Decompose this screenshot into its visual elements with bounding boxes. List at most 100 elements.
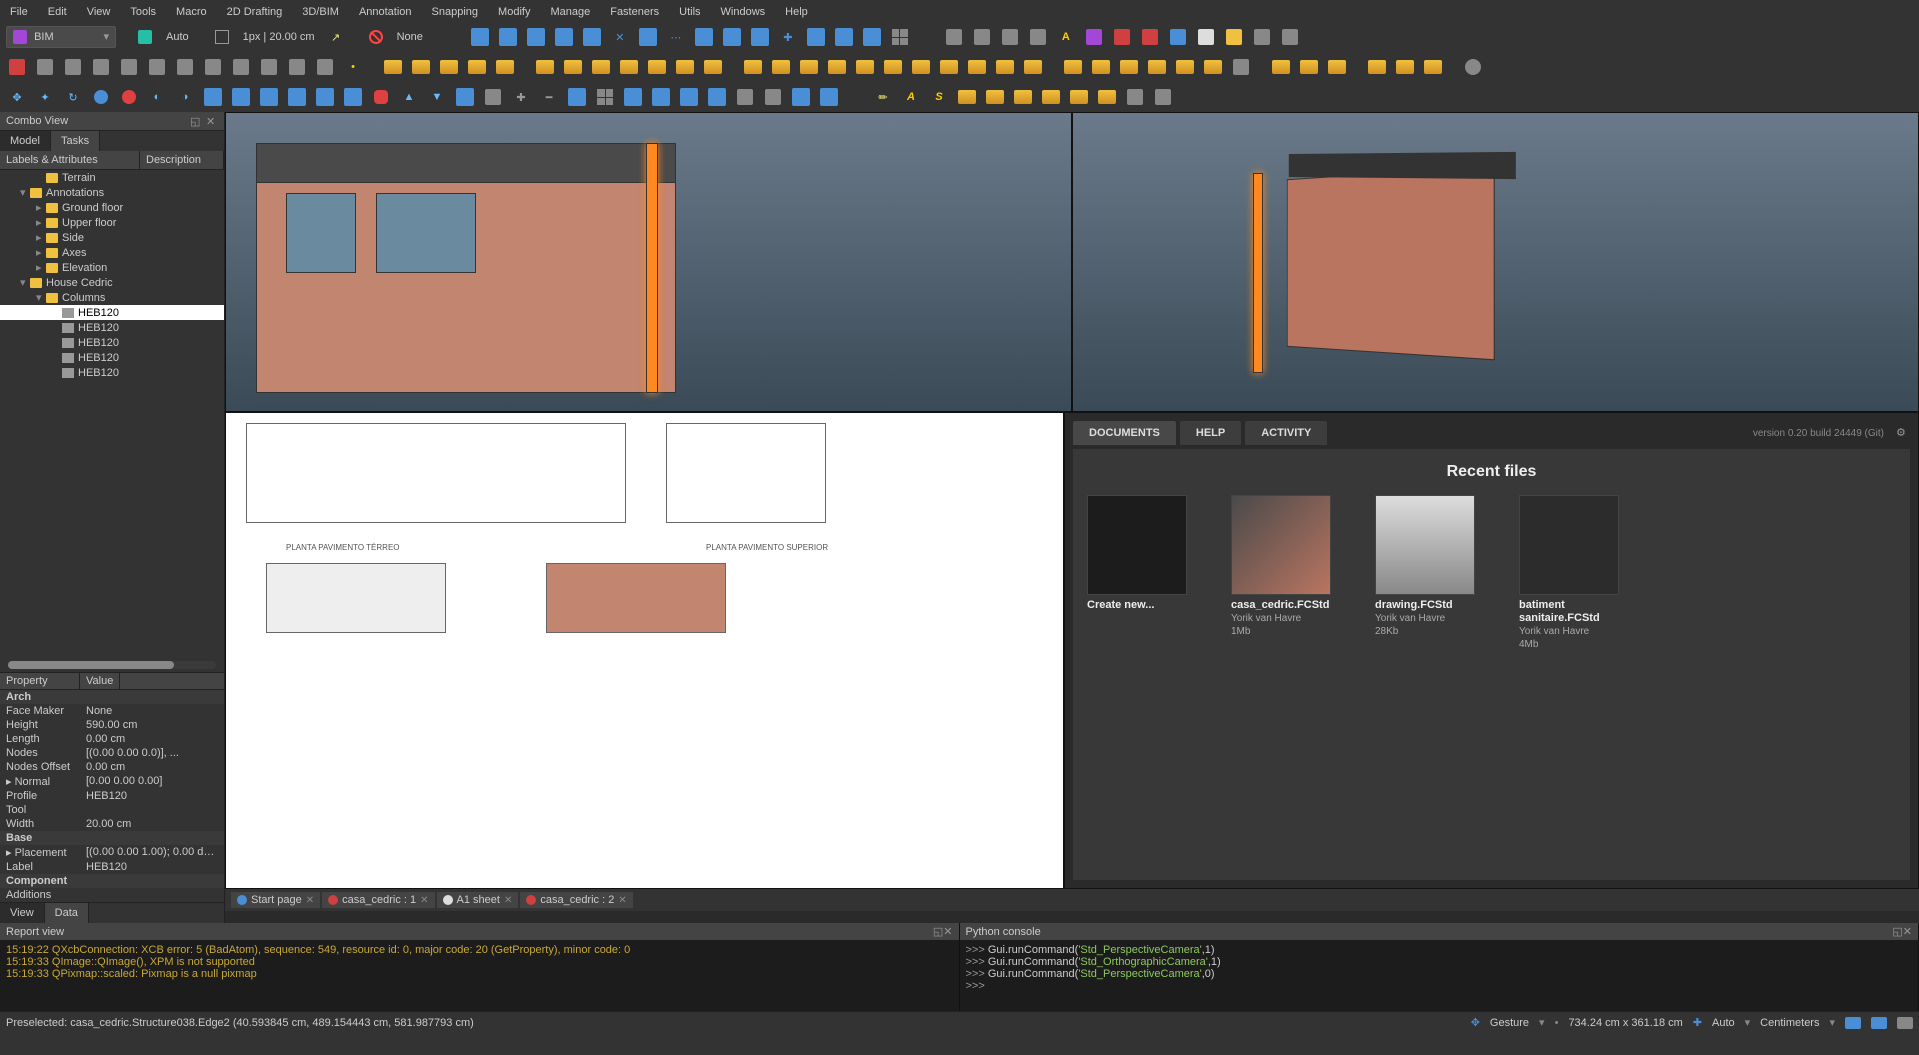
mod-t14[interactable] — [762, 86, 784, 108]
snap-angle[interactable] — [581, 26, 603, 48]
tree-scrollbar[interactable] — [8, 661, 216, 669]
menu-3d-bim[interactable]: 3D/BIM — [292, 2, 349, 20]
mod-plus[interactable]: ✚ — [510, 86, 532, 108]
arch-structure[interactable] — [410, 56, 432, 78]
tool-text[interactable]: A — [1055, 26, 1077, 48]
draft-circle[interactable] — [90, 56, 112, 78]
menu-manage[interactable]: Manage — [540, 2, 600, 20]
arch-t14[interactable] — [1422, 56, 1444, 78]
mod-t10[interactable] — [650, 86, 672, 108]
mod-t16[interactable] — [818, 86, 840, 108]
snap-wp[interactable] — [833, 26, 855, 48]
anno-tool[interactable]: ✏ — [872, 86, 894, 108]
draft-arc3[interactable] — [286, 56, 308, 78]
tree-item[interactable]: HEB120 — [0, 305, 224, 320]
mod-minus[interactable]: ━ — [538, 86, 560, 108]
tree-item[interactable]: ▾Columns — [0, 290, 224, 305]
tree-item[interactable]: HEB120 — [0, 335, 224, 350]
tool-c3[interactable] — [1139, 26, 1161, 48]
move-tool[interactable]: ✥ — [6, 86, 28, 108]
prop-row[interactable]: ▸ Normal[0.00 0.00 0.00] — [0, 774, 224, 789]
arch-t9[interactable] — [966, 56, 988, 78]
working-plane-button[interactable] — [134, 26, 156, 48]
tool-c6[interactable] — [1223, 26, 1245, 48]
mod-t8[interactable] — [566, 86, 588, 108]
tree-item[interactable]: ▸Ground floor — [0, 200, 224, 215]
document-tab[interactable]: casa_cedric : 1✕ — [322, 892, 434, 908]
draft-line[interactable] — [6, 56, 28, 78]
snap-grid[interactable] — [805, 26, 827, 48]
arch-t1[interactable] — [742, 56, 764, 78]
snap-intersection[interactable]: ✕ — [609, 26, 631, 48]
draft-ellipse[interactable] — [146, 56, 168, 78]
arch-equipment[interactable] — [618, 56, 640, 78]
linewidth-label[interactable]: 1px | 20.00 cm — [239, 31, 319, 43]
trim-tool[interactable]: ◐ — [146, 86, 168, 108]
menu-2d-drafting[interactable]: 2D Drafting — [217, 2, 293, 20]
arch-beam[interactable] — [674, 56, 696, 78]
tool-box[interactable] — [971, 26, 993, 48]
menu-annotation[interactable]: Annotation — [349, 2, 422, 20]
3d-view-elevation[interactable] — [225, 112, 1072, 412]
arch-t12[interactable] — [1366, 56, 1388, 78]
toggle-grid[interactable] — [889, 26, 911, 48]
prop-row[interactable]: Width20.00 cm — [0, 817, 224, 831]
recent-file-card[interactable]: drawing.FCStdYorik van Havre28Kb — [1375, 495, 1495, 651]
prop-row[interactable]: Nodes Offset0.00 cm — [0, 760, 224, 774]
tool-c1[interactable] — [1083, 26, 1105, 48]
tool-c7[interactable] — [1251, 26, 1273, 48]
python-body[interactable]: >>> Gui.runCommand('Std_PerspectiveCamer… — [960, 940, 1919, 1011]
document-tab[interactable]: Start page✕ — [231, 892, 320, 908]
snap-midpoint[interactable] — [525, 26, 547, 48]
mod-red[interactable] — [370, 86, 392, 108]
tree-item[interactable]: ▸Axes — [0, 245, 224, 260]
menu-modify[interactable]: Modify — [488, 2, 540, 20]
menu-fasteners[interactable]: Fasteners — [600, 2, 669, 20]
dim-icon[interactable]: ✚ — [1693, 1016, 1702, 1029]
menu-edit[interactable]: Edit — [38, 2, 77, 20]
tab-tasks[interactable]: Tasks — [51, 131, 100, 151]
tree-item[interactable]: HEB120 — [0, 350, 224, 365]
mod-t13[interactable] — [734, 86, 756, 108]
arch-t7[interactable] — [910, 56, 932, 78]
recent-file-card[interactable]: casa_cedric.FCStdYorik van Havre1Mb — [1231, 495, 1351, 651]
menu-file[interactable]: File — [6, 2, 38, 20]
arch-frame[interactable] — [590, 56, 612, 78]
start-tab-activity[interactable]: ACTIVITY — [1245, 421, 1327, 445]
snap-dimensions[interactable] — [861, 26, 883, 48]
prop-row[interactable]: LabelHEB120 — [0, 860, 224, 874]
prop-row[interactable]: Length0.00 cm — [0, 732, 224, 746]
anno-t2[interactable] — [1012, 86, 1034, 108]
snap-ortho[interactable]: ✚ — [777, 26, 799, 48]
snap-extension[interactable]: ⋯ — [665, 26, 687, 48]
snap-lock[interactable] — [469, 26, 491, 48]
tree-item[interactable]: HEB120 — [0, 365, 224, 380]
tree-item[interactable]: ▸Elevation — [0, 260, 224, 275]
arch-site[interactable] — [1146, 56, 1168, 78]
2d-plan-view[interactable]: PLANTA PAVIMENTO TÉRREO PLANTA PAVIMENTO… — [225, 412, 1064, 889]
mod-t1[interactable] — [202, 86, 224, 108]
snap-special[interactable] — [721, 26, 743, 48]
prop-row[interactable]: ▸ Placement[(0.00 0.00 1.00); 0.00 deg; … — [0, 845, 224, 860]
anno-text[interactable]: A — [900, 86, 922, 108]
scale-tool[interactable]: ↻ — [62, 86, 84, 108]
rotate-tool[interactable]: ✦ — [34, 86, 56, 108]
tree-item[interactable]: ▾Annotations — [0, 185, 224, 200]
prop-row[interactable]: Face MakerNone — [0, 704, 224, 718]
arch-section[interactable] — [1118, 56, 1140, 78]
anno-t6[interactable] — [1124, 86, 1146, 108]
mod-t5[interactable] — [314, 86, 336, 108]
close-tab-icon[interactable]: ✕ — [504, 895, 512, 906]
arch-t13[interactable] — [1394, 56, 1416, 78]
anno-t7[interactable] — [1152, 86, 1174, 108]
extend-tool[interactable]: ◑ — [174, 86, 196, 108]
arch-box[interactable] — [1230, 56, 1252, 78]
mod-sync[interactable] — [454, 86, 476, 108]
tree-item[interactable]: Terrain — [0, 170, 224, 185]
menu-macro[interactable]: Macro — [166, 2, 217, 20]
arch-t8[interactable] — [938, 56, 960, 78]
close-tab-icon[interactable]: ✕ — [420, 895, 428, 906]
tool-c8[interactable] — [1279, 26, 1301, 48]
arch-t6[interactable] — [882, 56, 904, 78]
draft-rebar[interactable] — [258, 56, 280, 78]
